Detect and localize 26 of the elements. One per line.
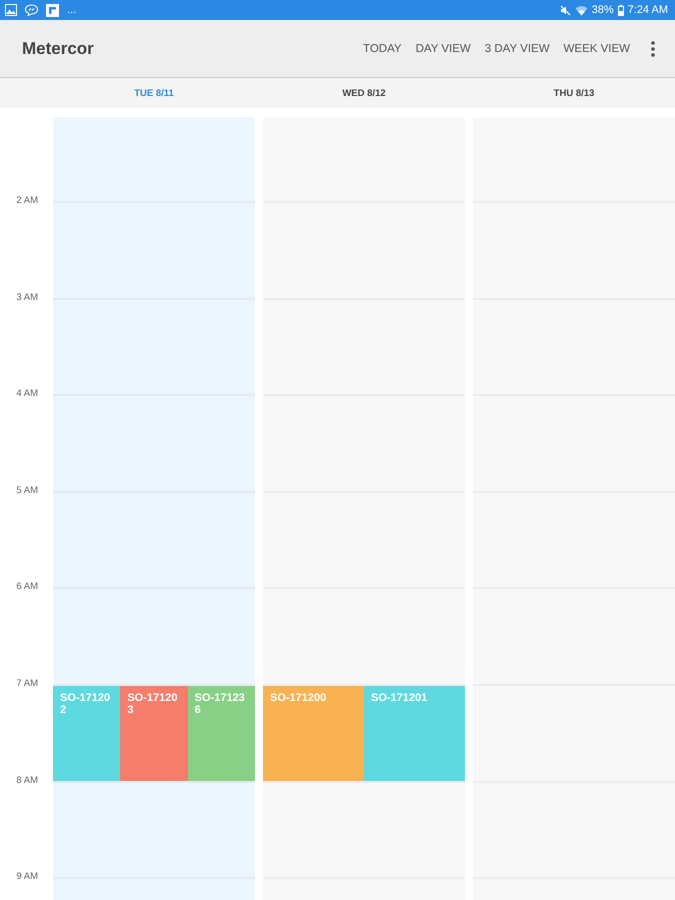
wifi-icon: [574, 4, 588, 16]
clock: 7:24 AM: [628, 4, 668, 16]
overflow-indicator: ...: [67, 4, 76, 16]
view-button[interactable]: TODAY: [356, 34, 409, 62]
hour-label: 9 AM: [16, 871, 39, 884]
battery-level: 38%: [592, 4, 614, 16]
tile-icon: [46, 4, 59, 16]
view-button[interactable]: DAY VIEW: [408, 34, 478, 62]
day-header[interactable]: WED 8/12: [338, 84, 390, 102]
day-header[interactable]: THU 8/13: [550, 84, 598, 102]
hour-label: 5 AM: [16, 484, 39, 497]
chat-icon: [25, 4, 38, 16]
hour-label: 8 AM: [16, 774, 39, 787]
more-icon: [651, 40, 655, 56]
hour-label: 6 AM: [16, 581, 39, 594]
image-icon: [5, 4, 17, 16]
mute-icon: [560, 4, 571, 16]
hour-label: 2 AM: [16, 195, 39, 207]
view-button[interactable]: WEEK VIEW: [556, 34, 637, 62]
hour-label: 7 AM: [16, 678, 39, 690]
app-title: Metercor: [22, 38, 94, 58]
battery-icon: [618, 4, 624, 16]
hour-label: 3 AM: [16, 292, 39, 304]
day-header[interactable]: TUE 8/11: [130, 84, 178, 102]
hour-label: 4 AM: [16, 388, 39, 400]
view-button[interactable]: 3 DAY VIEW: [478, 34, 557, 62]
